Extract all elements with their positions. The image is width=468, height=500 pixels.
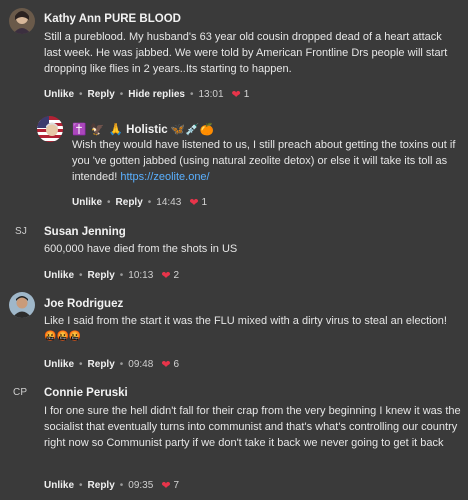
comment-text: Like I said from the start it was the FL… bbox=[44, 315, 447, 327]
timestamp[interactable]: 10:13 bbox=[128, 270, 153, 281]
heart-icon[interactable]: ❤ bbox=[161, 479, 170, 492]
avatar-initials[interactable]: SJ bbox=[15, 226, 27, 237]
avatar[interactable] bbox=[9, 292, 35, 318]
avatar[interactable] bbox=[9, 8, 35, 34]
comment-text: I for one sure the hell didn't fall for … bbox=[44, 405, 461, 449]
like-count: 2 bbox=[173, 270, 180, 281]
separator-dot-icon: • bbox=[79, 480, 83, 491]
comment-text: Still a pureblood. My husband's 63 year … bbox=[44, 31, 448, 75]
comment-author[interactable]: Joe Rodriguez bbox=[44, 298, 123, 310]
separator-dot-icon: • bbox=[119, 480, 124, 491]
comment-text: 600,000 have died from the shots in US bbox=[44, 243, 238, 255]
timestamp[interactable]: 13:01 bbox=[199, 89, 224, 100]
separator-dot-icon: • bbox=[107, 197, 111, 208]
comment-author[interactable]: ✝️ 🦅 🙏 Holistic 🦋💉🍊 bbox=[72, 122, 214, 136]
reply-button[interactable]: Reply bbox=[88, 359, 115, 370]
comment-text: Wish they would have listened to us, I s… bbox=[72, 137, 462, 185]
timestamp[interactable]: 14:43 bbox=[156, 197, 181, 208]
comment-connie: CP Connie Peruski I for one sure the hel… bbox=[0, 378, 468, 500]
heart-icon[interactable]: ❤ bbox=[189, 196, 198, 209]
timestamp[interactable]: 09:48 bbox=[128, 359, 153, 370]
comment-holistic: ✝️ 🦅 🙏 Holistic 🦋💉🍊 Wish they would have… bbox=[0, 112, 468, 212]
comment-author[interactable]: Connie Peruski bbox=[44, 387, 128, 399]
heart-icon[interactable]: ❤ bbox=[161, 269, 170, 282]
comment-actions: Unlike • Reply • 10:13 ❤ 2 bbox=[44, 269, 179, 282]
avatar[interactable] bbox=[37, 116, 63, 142]
separator-dot-icon: • bbox=[119, 89, 124, 100]
comment-kathy: Kathy Ann PURE BLOOD Still a pureblood. … bbox=[0, 0, 468, 101]
comment-author[interactable]: Susan Jenning bbox=[44, 226, 126, 238]
like-count: 1 bbox=[243, 89, 250, 100]
like-count: 7 bbox=[173, 480, 180, 491]
timestamp[interactable]: 09:35 bbox=[128, 480, 153, 491]
separator-dot-icon: • bbox=[119, 359, 124, 370]
separator-dot-icon: • bbox=[147, 197, 152, 208]
comment-actions: Unlike • Reply • 14:43 ❤ 1 bbox=[72, 196, 207, 209]
unlike-button[interactable]: Unlike bbox=[44, 89, 74, 100]
like-count: 1 bbox=[201, 197, 208, 208]
separator-dot-icon: • bbox=[119, 270, 124, 281]
author-emoji-prefix: ✝️ 🦅 🙏 bbox=[72, 122, 123, 136]
unlike-button[interactable]: Unlike bbox=[44, 359, 74, 370]
reply-button[interactable]: Reply bbox=[116, 197, 143, 208]
comment-susan: SJ Susan Jenning 600,000 have died from … bbox=[0, 218, 468, 288]
reply-button[interactable]: Reply bbox=[88, 270, 115, 281]
separator-dot-icon: • bbox=[79, 89, 83, 100]
unlike-button[interactable]: Unlike bbox=[72, 197, 102, 208]
unlike-button[interactable]: Unlike bbox=[44, 270, 74, 281]
zeolite-link[interactable]: https://zeolite.one/ bbox=[120, 171, 209, 183]
reply-button[interactable]: Reply bbox=[88, 89, 115, 100]
like-count: 6 bbox=[173, 359, 180, 370]
author-name[interactable]: Holistic bbox=[126, 124, 168, 136]
hide-replies-button[interactable]: Hide replies bbox=[128, 89, 185, 100]
comment-actions: Unlike • Reply • 09:35 ❤ 7 bbox=[44, 479, 179, 492]
reply-button[interactable]: Reply bbox=[88, 480, 115, 491]
comment-author[interactable]: Kathy Ann PURE BLOOD bbox=[44, 13, 181, 25]
comment-joe: Joe Rodriguez Like I said from the start… bbox=[0, 288, 468, 378]
separator-dot-icon: • bbox=[79, 270, 83, 281]
heart-icon[interactable]: ❤ bbox=[232, 88, 241, 101]
comment-actions: Unlike • Reply • 09:48 ❤ 6 bbox=[44, 358, 179, 371]
avatar-initials[interactable]: CP bbox=[13, 387, 27, 398]
separator-dot-icon: • bbox=[189, 89, 194, 100]
comment-emoji-line: 🤬🤬🤬 bbox=[44, 331, 82, 342]
comment-actions: Unlike • Reply • Hide replies • 13:01 ❤ … bbox=[44, 88, 249, 101]
author-emoji-suffix: 🦋💉🍊 bbox=[170, 122, 214, 136]
separator-dot-icon: • bbox=[79, 359, 83, 370]
unlike-button[interactable]: Unlike bbox=[44, 480, 74, 491]
heart-icon[interactable]: ❤ bbox=[161, 358, 170, 371]
